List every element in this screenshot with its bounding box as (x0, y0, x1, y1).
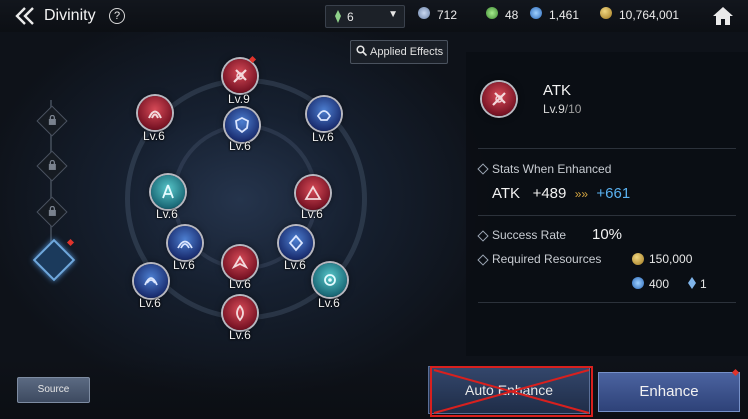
lock-icon (48, 205, 56, 216)
node-mid-right[interactable] (296, 176, 330, 210)
applied-effects-button[interactable]: Applied Effects (350, 40, 448, 64)
node-upper-right[interactable] (307, 97, 341, 131)
cross-out-icon (433, 369, 590, 414)
applied-effects-label: Applied Effects (370, 46, 444, 58)
node-lower-right[interactable] (313, 263, 347, 297)
currency-blue-value: 1,461 (549, 8, 580, 22)
node-level-label: Lv.6 (156, 207, 178, 221)
stats-when-enhanced-label: Stats When Enhanced (492, 162, 612, 176)
node-inner-left[interactable] (168, 226, 202, 260)
gold-cost: 150,000 (649, 252, 693, 266)
enhance-button[interactable]: Enhance (598, 372, 740, 412)
gold-coin-icon (632, 253, 644, 265)
node-level-label: Lv.6 (143, 129, 165, 143)
sword-emblem-icon (492, 92, 506, 106)
gold-coin-icon (600, 7, 612, 19)
gem-cost: 400 (649, 277, 670, 291)
node-upper-left[interactable] (138, 96, 172, 130)
gem-icon (632, 277, 644, 289)
top-bar: Divinity ? 6 ▼ 712 48 1,461 10,764,001 (0, 0, 748, 32)
feather-emblem-icon (144, 277, 158, 286)
feather-icon (335, 10, 341, 23)
max-level: /10 (564, 102, 582, 116)
level-selector[interactable]: 6 ▼ (325, 5, 405, 28)
atk-emblem-icon (482, 82, 516, 116)
peak-emblem-icon (304, 185, 322, 200)
next-stat-value: +661 (596, 185, 631, 202)
sword-emblem-icon (233, 69, 247, 83)
orb-emblem-icon (324, 274, 336, 286)
arrow-right-icon: »» (574, 187, 589, 201)
currency-green-value: 48 (505, 8, 519, 22)
success-rate-value: 10% (592, 226, 623, 243)
divider (478, 215, 736, 216)
node-level-label: Lv.6 (229, 139, 251, 153)
required-resources-label: Required Resources (492, 252, 602, 266)
tower-emblem-icon (162, 184, 174, 199)
node-level-label: Lv.6 (173, 258, 195, 272)
node-mid-left[interactable] (151, 175, 185, 209)
crystal-cost: 1 (700, 277, 707, 291)
node-inner-right[interactable] (279, 226, 313, 260)
search-icon (356, 45, 367, 56)
back-icon[interactable] (12, 5, 40, 27)
helm-emblem-icon (316, 110, 332, 121)
crystal-currency-icon (418, 7, 430, 19)
divider (478, 148, 736, 149)
blue-gem-icon (530, 7, 542, 19)
selector-value: 6 (347, 10, 354, 24)
node-level-label: Lv.6 (284, 258, 306, 272)
wing-emblem-icon (231, 255, 249, 270)
node-level-label: Lv.6 (318, 296, 340, 310)
currency-crystal-value: 712 (437, 8, 458, 22)
source-button[interactable]: Source (17, 377, 90, 403)
green-gem-icon (486, 7, 498, 19)
home-icon[interactable] (711, 5, 735, 27)
node-inner-top[interactable] (225, 108, 259, 142)
node-level-label: Lv.6 (301, 207, 323, 221)
shield-emblem-icon (235, 116, 249, 134)
currency-gold-value: 10,764,001 (619, 8, 680, 22)
current-level: Lv.9 (543, 102, 565, 116)
arch-emblem-icon (177, 240, 193, 249)
lock-icon (48, 159, 56, 170)
selected-stat-level: Lv.9/10 (543, 102, 581, 116)
page-title: Divinity (44, 7, 96, 24)
crystal-icon (688, 277, 696, 289)
flame-emblem-icon (236, 304, 244, 322)
claw-emblem-icon (148, 110, 162, 119)
divider (478, 302, 736, 303)
chevron-down-icon: ▼ (388, 9, 398, 20)
lock-icon (48, 114, 56, 125)
help-icon[interactable]: ? (109, 8, 125, 24)
highlight-box (430, 366, 593, 417)
node-level-label: Lv.6 (229, 328, 251, 342)
node-level-label: Lv.9 (228, 92, 250, 106)
stat-key: ATK (492, 185, 521, 202)
node-level-label: Lv.6 (312, 130, 334, 144)
node-lower-left[interactable] (134, 264, 168, 298)
node-top[interactable] (223, 59, 257, 93)
selected-stat-name: ATK (543, 82, 572, 99)
node-center[interactable] (223, 246, 257, 280)
node-level-label: Lv.6 (229, 277, 251, 291)
crest-emblem-icon (288, 234, 304, 252)
node-bottom[interactable] (223, 296, 257, 330)
stat-change-row: ATK +489 »» +661 (492, 185, 630, 202)
node-level-label: Lv.6 (139, 296, 161, 310)
current-stat-value: +489 (532, 185, 567, 202)
success-rate-label: Success Rate (492, 228, 567, 242)
